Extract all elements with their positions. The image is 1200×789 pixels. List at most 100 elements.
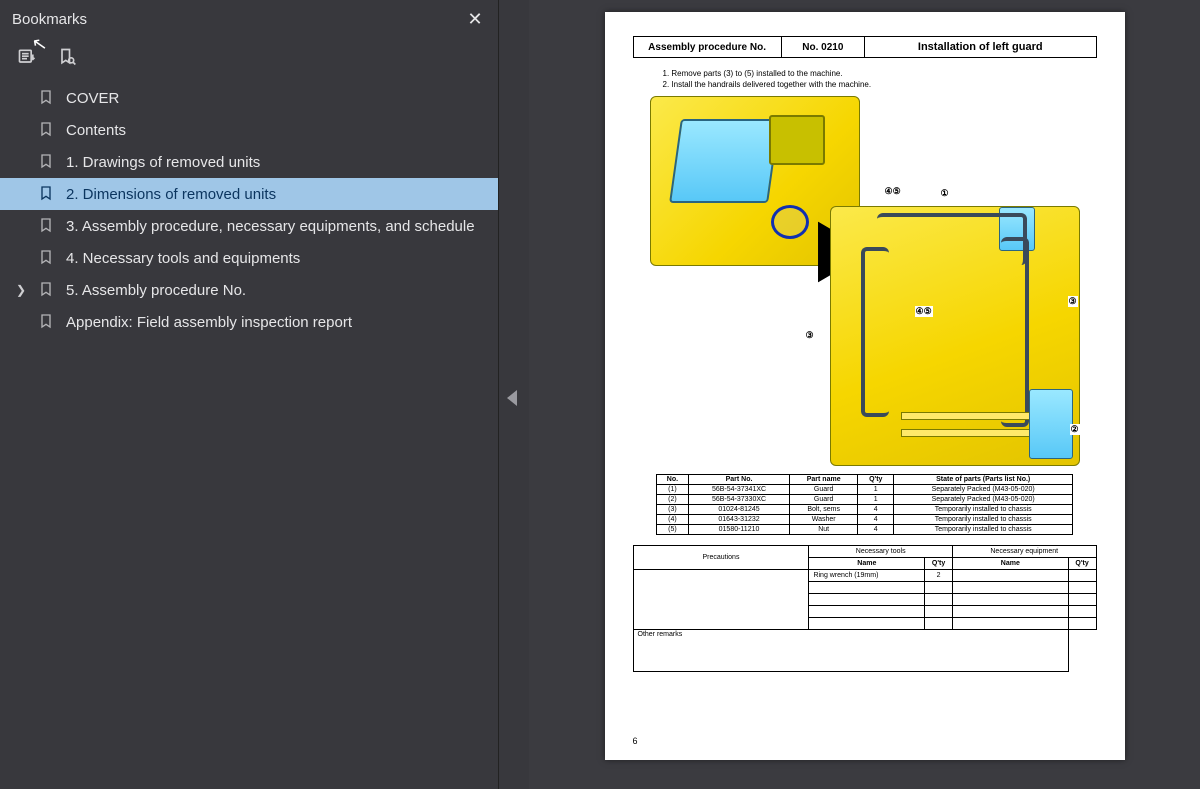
parts-cell: Guard [789,495,857,505]
col-name: Name [809,558,925,570]
parts-cell: Temporarily installed to chassis [894,505,1073,515]
parts-cell: 56B-54-37330XC [689,495,790,505]
parts-cell: Separately Packed (M43-05-020) [894,485,1073,495]
equip-name-cell [952,582,1068,594]
bookmark-item[interactable]: ❯5. Assembly procedure No. [0,274,498,306]
bookmark-icon [38,185,56,203]
bookmark-item[interactable]: 2. Dimensions of removed units [0,178,498,210]
sidebar-title: Bookmarks [12,11,87,28]
equip-name-cell [952,594,1068,606]
parts-header-cell: No. [656,475,688,485]
bookmark-icon [38,249,56,267]
bookmark-item[interactable]: Appendix: Field assembly inspection repo… [0,306,498,338]
callout-3: ③ [1068,296,1078,307]
outline-view-icon[interactable] [16,46,38,68]
bookmark-item[interactable]: Contents [0,114,498,146]
equip-qty-cell [1068,594,1096,606]
sidebar-toolbar [0,38,498,78]
col-qty: Q'ty [1068,558,1096,570]
col-name: Name [952,558,1068,570]
parts-cell: Temporarily installed to chassis [894,525,1073,535]
illustration: ④⑤ ① ③ ④⑤ ③ ② [650,96,1080,466]
equip-qty-cell [1068,582,1096,594]
instruction-line: 2. Install the handrails delivered toget… [663,79,1097,90]
parts-cell: Washer [789,515,857,525]
sidebar-gutter [499,0,529,789]
bookmark-label: COVER [66,90,119,107]
close-icon[interactable]: ✕ [462,6,488,32]
chevron-right-icon[interactable]: ❯ [14,283,28,297]
parts-cell: 1 [858,485,894,495]
parts-cell: 01643-31232 [689,515,790,525]
parts-cell: (5) [656,525,688,535]
parts-cell: 56B-54-37341XC [689,485,790,495]
machine-detail-image [830,206,1080,466]
bookmark-item[interactable]: COVER [0,82,498,114]
parts-cell: Nut [789,525,857,535]
header-col2: No. 0210 [781,37,864,58]
equip-qty-cell [1068,618,1096,630]
tool-name-cell [809,618,925,630]
parts-cell: (4) [656,515,688,525]
page-header-table: Assembly procedure No. No. 0210 Installa… [633,36,1097,58]
parts-cell: 4 [858,525,894,535]
parts-cell: Separately Packed (M43-05-020) [894,495,1073,505]
bookmark-item[interactable]: 3. Assembly procedure, necessary equipme… [0,210,498,242]
parts-cell: (2) [656,495,688,505]
bookmark-label: 1. Drawings of removed units [66,154,260,171]
equip-qty-cell [1068,606,1096,618]
bookmark-list: COVER Contents 1. Drawings of removed unit… [0,78,498,789]
parts-header-cell: Part No. [689,475,790,485]
bookmark-item[interactable]: 4. Necessary tools and equipments [0,242,498,274]
collapse-sidebar-icon[interactable] [507,390,517,406]
parts-cell: 1 [858,495,894,505]
tool-qty-cell [925,594,953,606]
bookmark-icon [38,281,56,299]
callout-4-5: ④⑤ [884,186,902,197]
bookmark-icon [38,121,56,139]
bookmark-label: 4. Necessary tools and equipments [66,250,300,267]
equip-name-cell [952,606,1068,618]
document-viewport[interactable]: Assembly procedure No. No. 0210 Installa… [529,0,1200,789]
tool-name-cell [809,582,925,594]
parts-cell: (3) [656,505,688,515]
parts-cell: 01024-81245 [689,505,790,515]
tool-qty-cell [925,606,953,618]
parts-cell: Guard [789,485,857,495]
parts-header-cell: Q'ty [858,475,894,485]
parts-header-cell: Part name [789,475,857,485]
tool-qty-cell [925,618,953,630]
callout-1: ① [940,188,950,199]
bookmark-icon [38,89,56,107]
callout-2: ② [1070,424,1080,435]
parts-cell: Temporarily installed to chassis [894,515,1073,525]
tool-qty-cell [925,582,953,594]
parts-cell: 4 [858,505,894,515]
bookmark-item[interactable]: 1. Drawings of removed units [0,146,498,178]
col-qty: Q'ty [925,558,953,570]
pdf-page: Assembly procedure No. No. 0210 Installa… [605,12,1125,760]
tool-name-cell [809,594,925,606]
callout-3: ③ [805,330,815,341]
parts-cell: (1) [656,485,688,495]
bookmark-icon [38,217,56,235]
parts-header-cell: State of parts (Parts list No.) [894,475,1073,485]
equip-name-cell [952,618,1068,630]
equip-qty-cell [1068,570,1096,582]
precautions-cell [633,570,809,630]
bookmark-label: 2. Dimensions of removed units [66,186,276,203]
bookmark-label: Appendix: Field assembly inspection repo… [66,314,352,331]
sidebar-header: Bookmarks ✕ [0,0,498,38]
page-number: 6 [633,736,638,746]
tool-name-cell: Ring wrench (19mm) [809,570,925,582]
instruction-block: 1. Remove parts (3) to (5) installed to … [663,68,1097,90]
bottom-grid: PrecautionsNecessary toolsNecessary equi… [633,545,1097,672]
parts-cell: Bolt, sems [789,505,857,515]
bookmark-label: Contents [66,122,126,139]
bookmark-icon [38,153,56,171]
bookmark-label: 3. Assembly procedure, necessary equipme… [66,218,475,235]
callout-4-5: ④⑤ [915,306,933,317]
tool-qty-cell: 2 [925,570,953,582]
equip-name-cell [952,570,1068,582]
find-bookmark-icon[interactable] [56,46,78,68]
